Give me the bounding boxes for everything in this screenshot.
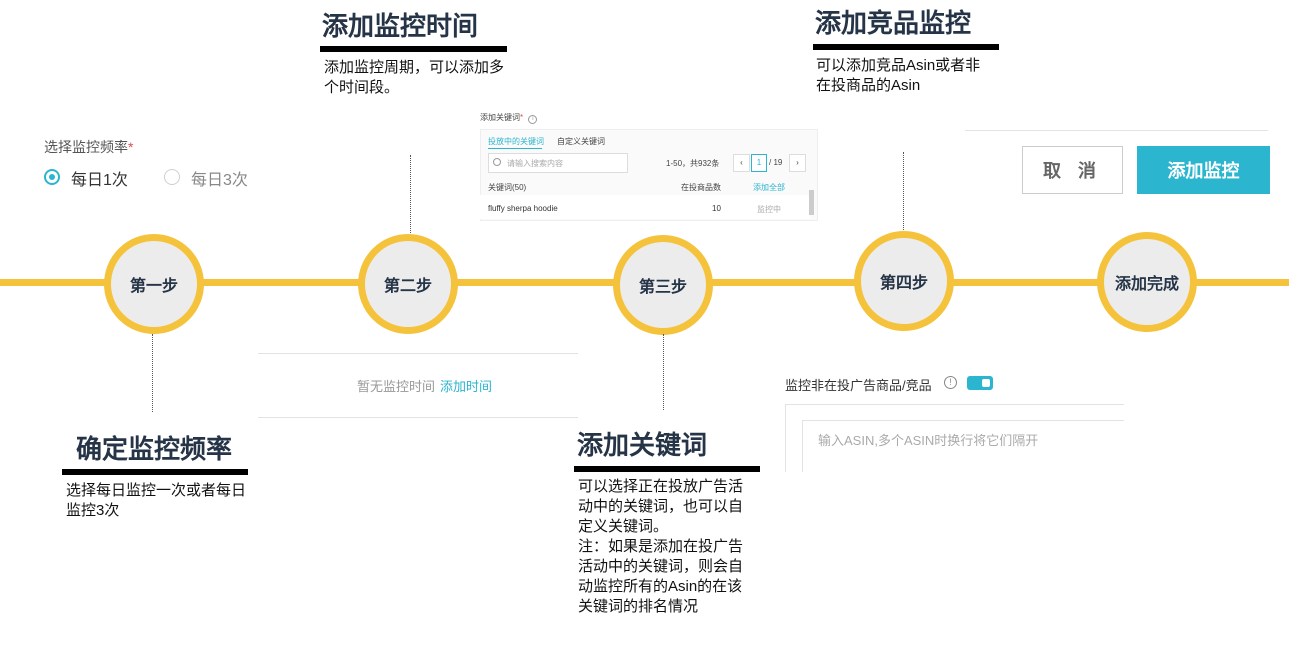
competitor-toggle[interactable] [967, 376, 993, 390]
step-3-label: 第三步 [638, 279, 687, 296]
row-count: 10 [712, 204, 721, 213]
row-keyword: fluffy sherpa hoodie [488, 204, 558, 213]
tab-active-underline [488, 148, 542, 149]
step-4-circle: 第四步 [854, 231, 954, 331]
row-status: 监控中 [757, 205, 781, 214]
keyword-table-snapshot: 添加关键词* i 投放中的关键词 自定义关键词 请输入搜索内容 1-50，共93… [480, 105, 820, 221]
radio-daily-3[interactable] [164, 169, 180, 185]
caption-3-title: 添加关键词 [577, 430, 708, 460]
time-panel-top-border [258, 353, 578, 354]
connector-step-2 [410, 155, 411, 233]
time-panel-bottom-border [258, 417, 578, 418]
action-divider [965, 130, 1268, 131]
connector-step-4 [903, 152, 904, 230]
caption-1-bar [62, 469, 248, 475]
pagination-range: 1-50，共932条 [666, 159, 720, 168]
step-2-label: 第二步 [383, 278, 432, 295]
tab-custom-keywords[interactable]: 自定义关键词 [557, 136, 605, 147]
caption-4-bar [813, 44, 999, 50]
search-placeholder: 请输入搜索内容 [507, 159, 563, 168]
step-4-label: 第四步 [879, 275, 928, 292]
radio-daily-3-label[interactable]: 每日3次 [191, 166, 248, 190]
step-1-circle: 第一步 [104, 234, 204, 334]
info-circle-icon: ! [944, 376, 957, 389]
keyword-widget-label: 添加关键词* i [480, 112, 538, 124]
page-input[interactable]: 1 [751, 154, 767, 172]
asin-placeholder: 输入ASIN,多个ASIN时换行将它们隔开 [818, 433, 1039, 448]
connector-step-1 [152, 334, 153, 412]
step-1-label: 第一步 [129, 278, 178, 295]
competitor-left-border [785, 404, 786, 472]
prev-page-icon[interactable]: ‹ [733, 154, 750, 172]
time-empty-text: 暂无监控时间 [357, 379, 436, 394]
competitor-divider [785, 404, 1124, 405]
caption-4-text: 可以添加竞品Asin或者非在投商品的Asin [816, 57, 981, 94]
search-icon [493, 158, 501, 166]
caption-3-bar [574, 466, 760, 472]
step-3-circle: 第三步 [613, 235, 713, 335]
keyword-widget-label-text: 添加关键词 [480, 113, 520, 122]
add-monitor-button[interactable]: 添加监控 [1137, 146, 1270, 194]
radio-daily-1-label[interactable]: 每日1次 [71, 166, 128, 190]
frequency-label-text: 选择监控频率 [44, 139, 128, 155]
table-scrollbar[interactable] [809, 190, 814, 215]
tab-active-keywords[interactable]: 投放中的关键词 [488, 136, 544, 147]
next-page-icon[interactable]: › [789, 154, 806, 172]
cancel-button[interactable]: 取 消 [1022, 146, 1123, 194]
keyword-search-input[interactable]: 请输入搜索内容 [488, 153, 628, 173]
step-done-label: 添加完成 [1114, 276, 1179, 293]
page-total: / 19 [769, 158, 783, 167]
keyword-required-mark: * [520, 113, 524, 122]
add-time-link[interactable]: 添加时间 [440, 376, 492, 395]
caption-4-title: 添加竞品监控 [815, 8, 972, 38]
connector-step-3 [663, 334, 664, 410]
caption-1-title: 确定监控频率 [76, 434, 233, 464]
add-all-link[interactable]: 添加全部 [753, 182, 785, 193]
column-keyword: 关键词(50) [488, 183, 527, 192]
radio-daily-1[interactable] [44, 169, 60, 185]
caption-2-bar [320, 46, 507, 52]
asin-textarea[interactable]: 输入ASIN,多个ASIN时换行将它们隔开 [802, 420, 1124, 472]
step-2-circle: 第二步 [358, 234, 458, 334]
caption-1-text: 选择每日监控一次或者每日监控3次 [66, 482, 247, 519]
step-done-circle: 添加完成 [1097, 232, 1197, 332]
frequency-label: 选择监控频率* [44, 137, 133, 157]
required-mark: * [128, 139, 134, 155]
caption-2-title: 添加监控时间 [322, 11, 479, 41]
caption-3-text: 可以选择正在投放广告活动中的关键词，也可以自定义关键词。 注：如果是添加在投广告… [578, 478, 744, 615]
column-count: 在投商品数 [681, 183, 721, 192]
competitor-label: 监控非在投广告商品/竞品 [785, 378, 932, 393]
info-icon: i [528, 115, 538, 124]
caption-2-text: 添加监控周期，可以添加多个时间段。 [324, 59, 505, 96]
